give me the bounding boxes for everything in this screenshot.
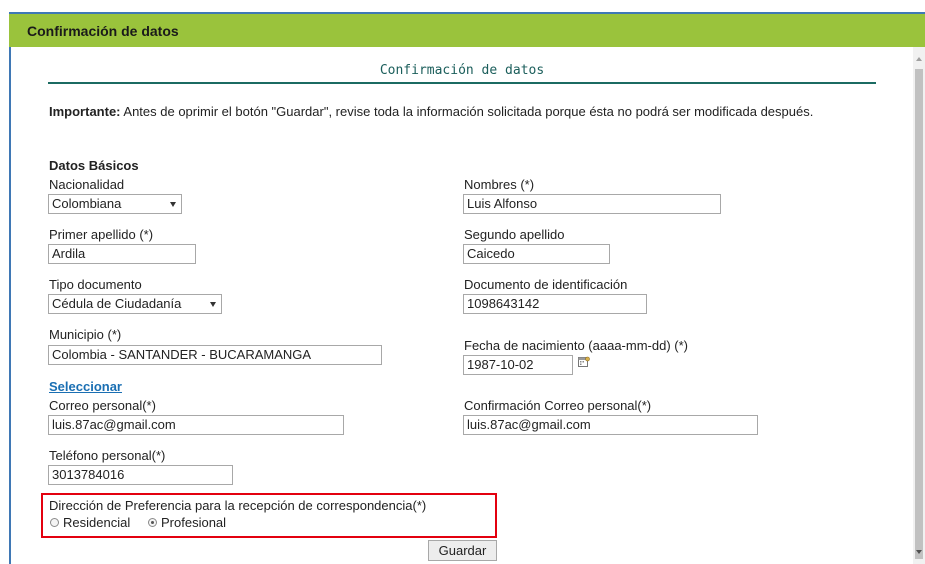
- tipo-documento-value: Cédula de Ciudadanía: [52, 296, 182, 311]
- subtitle-divider: [48, 82, 876, 84]
- confirmacion-correo-input[interactable]: luis.87ac@gmail.com: [463, 415, 758, 435]
- nombres-input[interactable]: Luis Alfonso: [463, 194, 721, 214]
- scroll-down-arrow-icon[interactable]: [916, 550, 922, 554]
- telefono-label: Teléfono personal(*): [49, 448, 166, 463]
- municipio-label: Municipio (*): [49, 327, 122, 342]
- segundo-apellido-label: Segundo apellido: [464, 227, 565, 242]
- seleccionar-link[interactable]: Seleccionar: [49, 379, 122, 394]
- vertical-scrollbar[interactable]: [913, 47, 925, 564]
- segundo-apellido-input[interactable]: Caicedo: [463, 244, 610, 264]
- scroll-up-arrow-icon[interactable]: [916, 57, 922, 61]
- confirmacion-correo-label: Confirmación Correo personal(*): [464, 398, 652, 413]
- radio-residencial-label[interactable]: Residencial: [63, 515, 130, 530]
- form-subtitle: Confirmación de datos: [379, 63, 545, 78]
- nombres-label: Nombres (*): [464, 177, 535, 192]
- correo-label: Correo personal(*): [49, 398, 156, 413]
- panel-title: Confirmación de datos: [27, 23, 179, 39]
- nacionalidad-label: Nacionalidad: [49, 177, 125, 192]
- documento-label: Documento de identificación: [464, 277, 628, 292]
- important-text: Antes de oprimir el botón "Guardar", rev…: [120, 104, 814, 119]
- direccion-label: Dirección de Preferencia para la recepci…: [49, 498, 427, 513]
- nacionalidad-select[interactable]: Colombiana: [48, 194, 182, 214]
- important-label: Importante:: [49, 104, 121, 119]
- save-button[interactable]: Guardar: [428, 540, 497, 561]
- tipo-documento-select[interactable]: Cédula de Ciudadanía: [48, 294, 222, 314]
- telefono-input[interactable]: 3013784016: [48, 465, 233, 485]
- radio-profesional-label[interactable]: Profesional: [161, 515, 226, 530]
- tipo-documento-label: Tipo documento: [49, 277, 142, 292]
- fecha-nacimiento-input[interactable]: 1987-10-02: [463, 355, 573, 375]
- important-note: Importante: Antes de oprimir el botón "G…: [49, 103, 879, 120]
- scrollbar-thumb[interactable]: [915, 69, 923, 559]
- primer-apellido-input[interactable]: Ardila: [48, 244, 196, 264]
- correo-input[interactable]: luis.87ac@gmail.com: [48, 415, 344, 435]
- radio-profesional[interactable]: [148, 518, 157, 527]
- primer-apellido-label: Primer apellido (*): [49, 227, 154, 242]
- municipio-input[interactable]: Colombia - SANTANDER - BUCARAMANGA: [48, 345, 382, 365]
- radio-residencial[interactable]: [50, 518, 59, 527]
- nacionalidad-value: Colombiana: [52, 196, 122, 211]
- calendar-icon[interactable]: [578, 356, 590, 368]
- fecha-nacimiento-label: Fecha de nacimiento (aaaa-mm-dd) (*): [464, 338, 688, 353]
- chevron-down-icon: [210, 302, 216, 307]
- documento-input[interactable]: 1098643142: [463, 294, 647, 314]
- chevron-down-icon: [170, 202, 176, 207]
- section-title: Datos Básicos: [49, 158, 139, 173]
- panel-header: Confirmación de datos: [9, 14, 925, 47]
